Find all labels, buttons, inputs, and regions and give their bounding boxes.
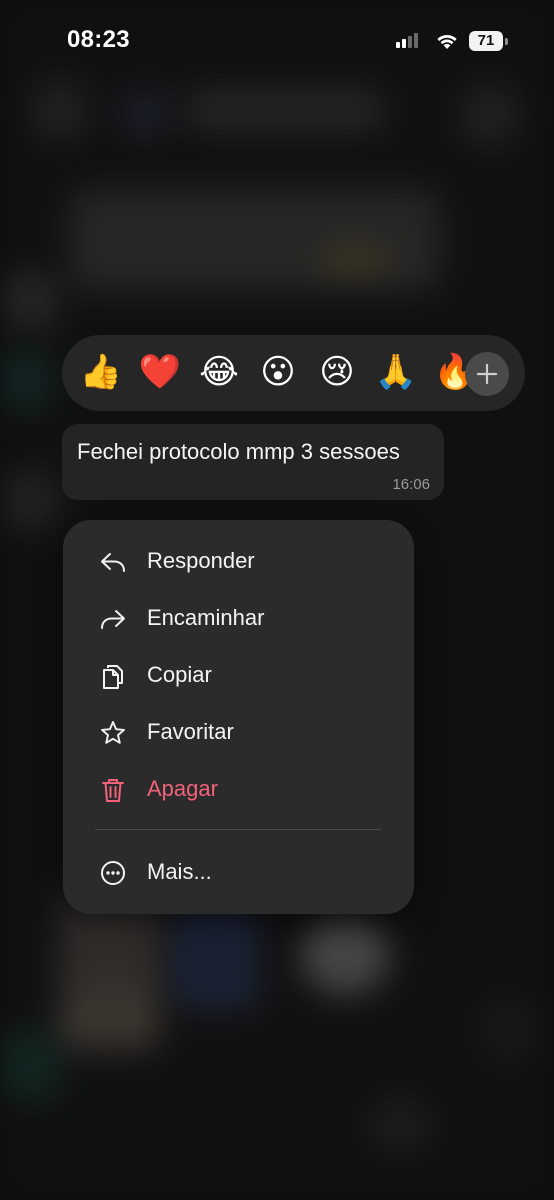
plus-icon (476, 363, 498, 385)
reaction-laughing[interactable]: 😂 (194, 348, 244, 396)
menu-item-forward[interactable]: Encaminhar (63, 591, 414, 647)
menu-item-label: Copiar (147, 662, 212, 687)
message-text: Fechei protocolo mmp 3 sessoes (77, 439, 400, 464)
menu-item-label: Favoritar (147, 719, 234, 744)
reaction-surprised[interactable]: 😮 (253, 348, 303, 396)
reaction-crying[interactable]: 😢 (312, 348, 362, 396)
message-time: 16:06 (392, 476, 430, 493)
reaction-bar: 👍 ❤️ 😂 😮 😢 🙏 🔥 (62, 335, 525, 411)
status-time: 08:23 (67, 26, 130, 53)
battery-level: 71 (469, 31, 503, 51)
reaction-pray[interactable]: 🙏 (371, 348, 421, 396)
copy-icon (103, 665, 123, 689)
menu-divider (95, 829, 381, 830)
menu-item-label: Responder (147, 548, 255, 573)
status-bar: 08:23 71 (0, 0, 554, 84)
menu-item-label: Mais... (147, 859, 212, 884)
screen: 08:23 71 👍 ❤️ 😂 😮 😢 🙏 🔥 Fechei protocolo… (0, 0, 554, 1200)
star-icon (101, 721, 125, 744)
reaction-thumbs-up[interactable]: 👍 (76, 348, 126, 396)
menu-item-copy[interactable]: Copiar (63, 648, 414, 704)
battery-indicator: 71 (469, 31, 509, 51)
wifi-icon (437, 34, 457, 49)
menu-item-more[interactable]: Mais... (63, 845, 414, 901)
menu-item-favorite[interactable]: Favoritar (63, 705, 414, 761)
reaction-heart[interactable]: ❤️ (135, 348, 185, 396)
menu-item-reply[interactable]: Responder (63, 534, 414, 590)
add-reaction-button[interactable] (465, 352, 509, 396)
menu-item-label: Apagar (147, 776, 218, 801)
menu-item-delete[interactable]: Apagar (63, 762, 414, 818)
cellular-signal-icon (396, 33, 418, 48)
trash-icon (102, 779, 124, 802)
battery-tip (505, 38, 508, 45)
reply-icon (101, 553, 125, 572)
forward-icon (101, 610, 125, 629)
context-menu: Responder Encaminhar Copiar Favoritar Ap… (63, 520, 414, 914)
menu-item-label: Encaminhar (147, 605, 265, 630)
message-bubble[interactable]: Fechei protocolo mmp 3 sessoes 16:06 (62, 424, 444, 500)
more-icon (101, 861, 125, 885)
